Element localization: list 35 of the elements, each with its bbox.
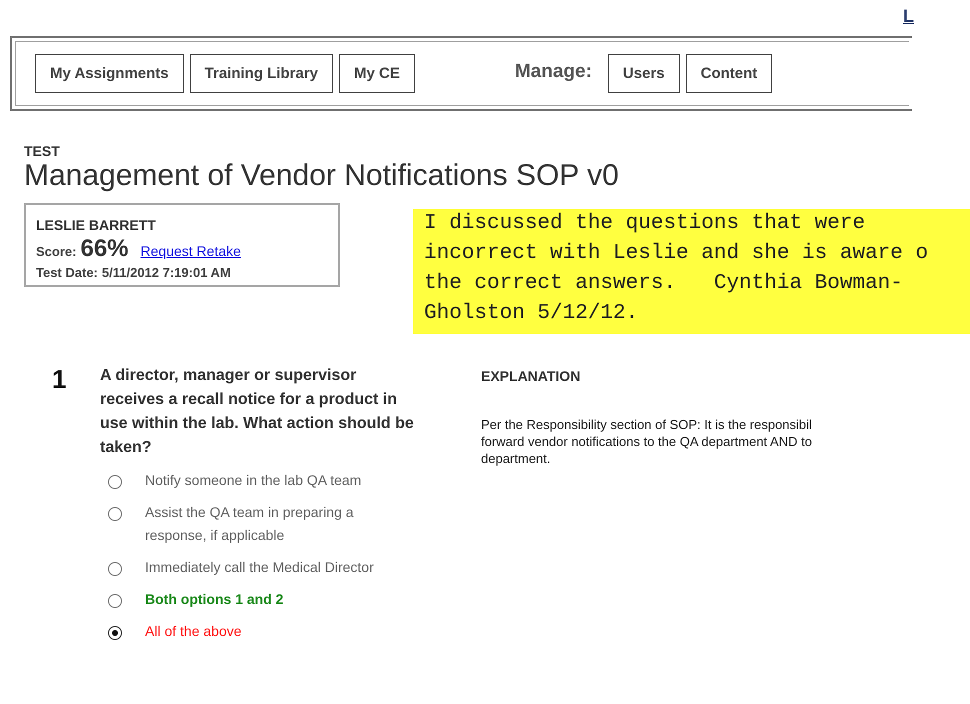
answer-option: Immediately call the Medical Director xyxy=(145,556,415,579)
page-kind-label: TEST xyxy=(24,143,61,159)
note-text: the correct answers. Cynthia Bowman- xyxy=(424,271,904,297)
score-label: Score: xyxy=(36,244,76,259)
manage-label: Manage: xyxy=(514,60,592,82)
nav-button[interactable]: Content xyxy=(686,54,772,93)
explanation-text: forward vendor notifications to the QA department AND to xyxy=(481,433,812,450)
radio-button[interactable] xyxy=(108,562,122,576)
answer-option: Assist the QA team in preparing a response, if applicable xyxy=(145,501,415,547)
radio-button[interactable] xyxy=(108,507,122,521)
answer-option: All of the above xyxy=(145,620,415,643)
nav-button[interactable]: Training Library xyxy=(190,54,333,93)
explanation-text: department. xyxy=(481,450,552,467)
nav-button[interactable]: My CE xyxy=(339,54,415,93)
radio-button[interactable] xyxy=(108,594,122,608)
test-date: 5/11/2012 7:19:01 AM xyxy=(102,265,231,280)
note-text: Gholston 5/12/12. xyxy=(424,301,640,327)
radio-button[interactable] xyxy=(108,626,122,640)
student-name: LESLIE BARRETT xyxy=(36,217,157,233)
explanation-heading: EXPLANATION xyxy=(481,368,582,384)
answer-option: Both options 1 and 2 xyxy=(145,588,415,611)
nav-button[interactable]: My Assignments xyxy=(35,54,184,93)
radio-button[interactable] xyxy=(108,475,122,489)
score-value: 66% xyxy=(80,235,129,263)
date-label: Test Date: xyxy=(36,265,98,280)
explanation-text: Per the Responsibility section of SOP: It is the responsibil xyxy=(481,416,812,433)
nav-button[interactable]: Users xyxy=(608,54,680,93)
answer-option: Notify someone in the lab QA team xyxy=(145,469,415,492)
question-number: 1 xyxy=(51,364,68,396)
note-text: I discussed the questions that were xyxy=(424,211,866,237)
request-retake-link[interactable]: Request Retake xyxy=(140,243,241,259)
page-title: Management of Vendor Notifications SOP v0 xyxy=(24,159,620,193)
top-link[interactable]: L xyxy=(903,6,914,36)
note-text: incorrect with Leslie and she is aware o xyxy=(424,241,930,267)
question-text: A director, manager or supervisor receives a recall notice for a product in use within the lab. What action should be taken? xyxy=(100,366,415,458)
